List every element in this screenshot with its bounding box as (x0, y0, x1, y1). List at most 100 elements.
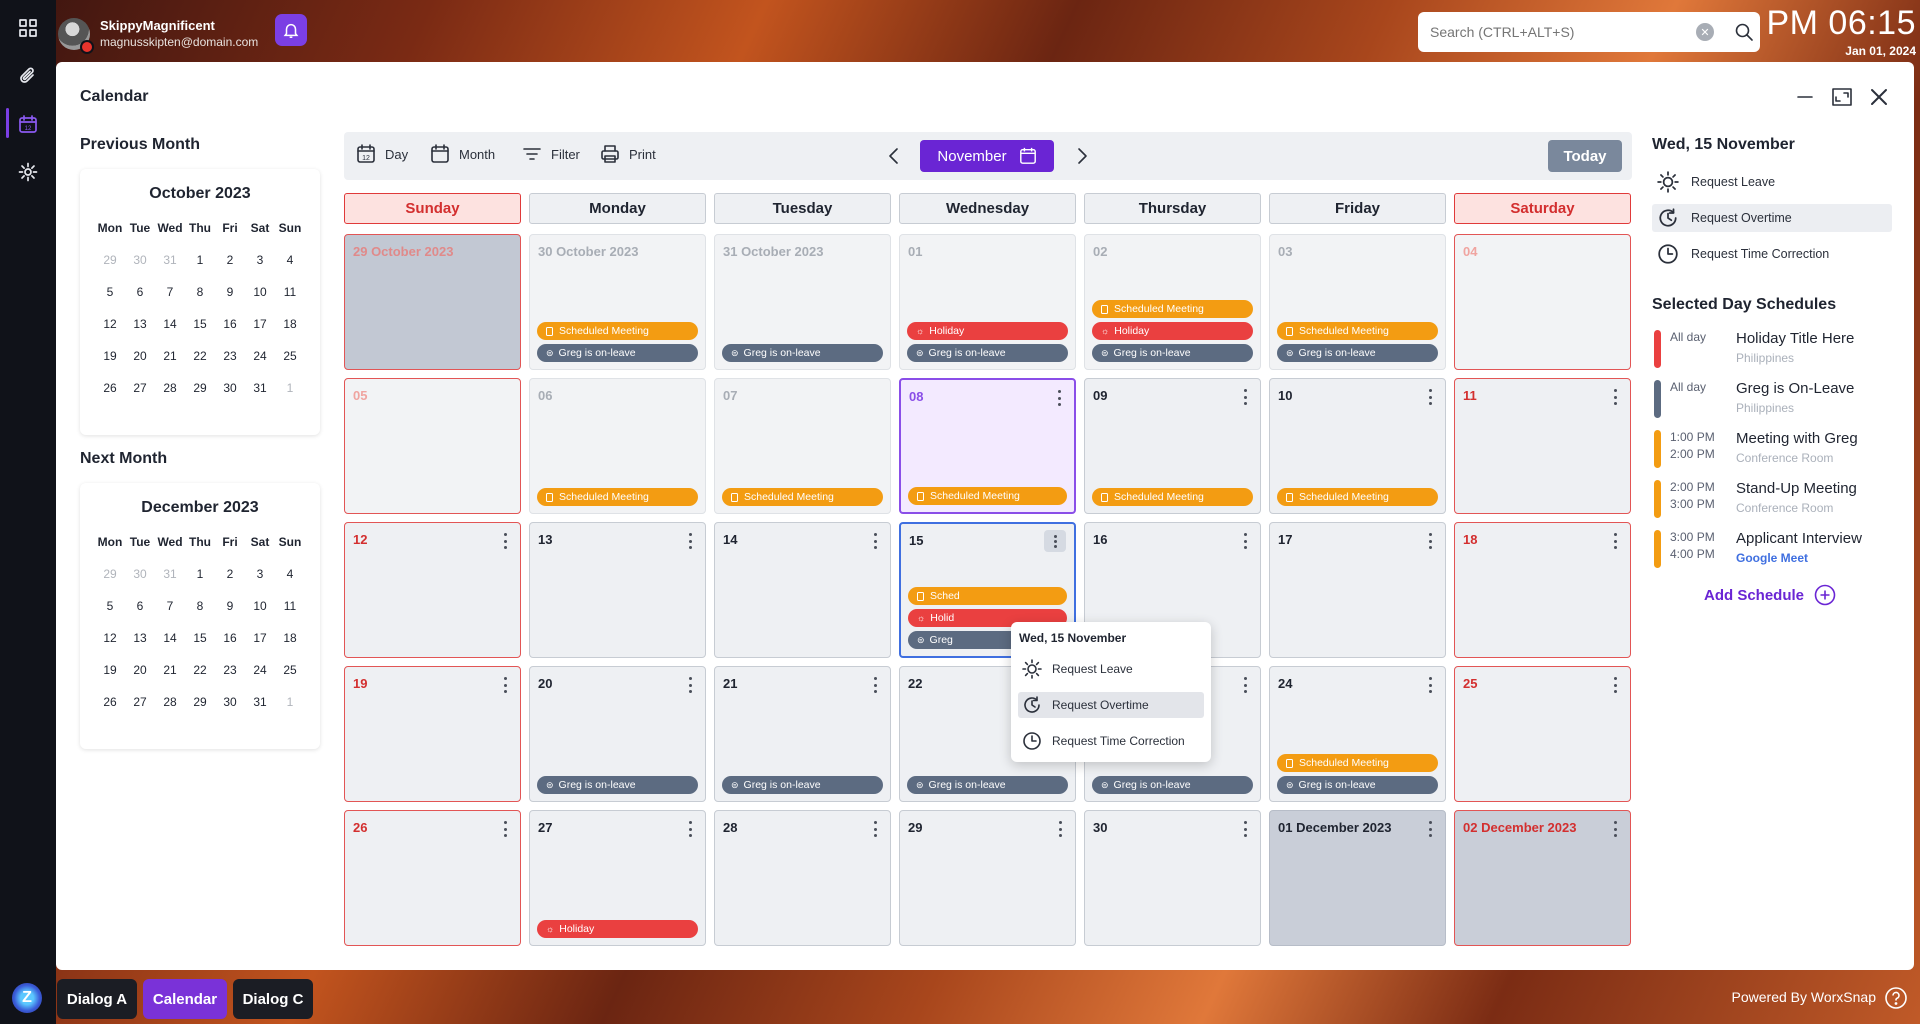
schedule-item[interactable]: 1:00 PM 2:00 PM Meeting with Greg Conferenc… (1652, 430, 1902, 470)
day-menu-kebab-icon[interactable] (1614, 389, 1618, 405)
next-month-chevron-icon[interactable] (1072, 146, 1092, 166)
mini-day[interactable]: 7 (155, 597, 185, 615)
notifications-bell-icon[interactable] (275, 14, 307, 46)
mini-day[interactable]: 15 (185, 629, 215, 647)
mini-day[interactable]: 12 (95, 315, 125, 333)
taskbar-tab-calendar[interactable]: Calendar (143, 979, 227, 1019)
event-chip[interactable]: ⊜ Greg is on-leave (907, 776, 1068, 794)
event-chip[interactable]: ⊜ Greg is on-leave (907, 344, 1068, 362)
mini-day[interactable]: 23 (215, 347, 245, 365)
mini-day[interactable]: 5 (95, 597, 125, 615)
mini-day[interactable]: 5 (95, 283, 125, 301)
day-cell[interactable]: 30 October 2023 Scheduled Meeting ⊜ Greg is… (529, 234, 706, 370)
event-chip[interactable]: Scheduled Meeting (1277, 322, 1438, 340)
day-menu-kebab-icon[interactable] (504, 821, 508, 837)
mini-day[interactable]: 2 (215, 251, 245, 269)
taskbar-tab-dialog-a[interactable]: Dialog A (57, 979, 137, 1019)
day-cell[interactable]: 29 October 2023 (344, 234, 521, 370)
event-chip[interactable]: ⊜ Greg is on-leave (537, 344, 698, 362)
day-cell[interactable]: 01 ☼ Holiday ⊜ Greg is on-leave (899, 234, 1076, 370)
mini-day[interactable]: 30 (125, 565, 155, 583)
mini-day[interactable]: 24 (245, 347, 275, 365)
apps-grid-icon[interactable] (14, 14, 42, 42)
popup-request-time-correction[interactable]: Request Time Correction (1018, 728, 1204, 754)
day-menu-kebab-icon[interactable] (1058, 390, 1062, 406)
day-cell[interactable]: 02 Scheduled Meeting ☼ Holiday ⊜ Greg is on-l… (1084, 234, 1261, 370)
day-menu-kebab-icon[interactable] (689, 533, 693, 549)
mini-day[interactable]: 14 (155, 315, 185, 333)
mini-day[interactable]: 31 (245, 379, 275, 397)
mini-day[interactable]: 29 (95, 251, 125, 269)
day-cell[interactable]: 10 Scheduled Meeting (1269, 378, 1446, 514)
day-menu-kebab-icon[interactable] (504, 677, 508, 693)
day-cell[interactable]: 14 (714, 522, 891, 658)
request-time-correction-action[interactable]: Request Time Correction (1652, 240, 1892, 268)
event-chip[interactable]: ⊜ Greg is on-leave (1277, 344, 1438, 362)
day-cell[interactable]: 31 October 2023 ⊜ Greg is on-leave (714, 234, 891, 370)
event-chip[interactable]: ⊜ Greg is on-leave (537, 776, 698, 794)
mini-day[interactable]: 22 (185, 347, 215, 365)
day-cell[interactable]: 25 (1454, 666, 1631, 802)
mini-day[interactable]: 22 (185, 661, 215, 679)
mini-day[interactable]: 6 (125, 283, 155, 301)
day-menu-kebab-icon[interactable] (1244, 533, 1248, 549)
day-cell[interactable]: 24 Scheduled Meeting ⊜ Greg is on-leave (1269, 666, 1446, 802)
month-view-button[interactable]: Month (430, 144, 495, 164)
event-chip[interactable]: Scheduled Meeting (1277, 754, 1438, 772)
mini-day[interactable]: 10 (245, 597, 275, 615)
day-menu-kebab-icon[interactable] (1044, 530, 1066, 552)
event-chip[interactable]: ⊜ Greg is on-leave (1092, 776, 1253, 794)
mini-day[interactable]: 18 (275, 629, 305, 647)
clear-search-icon[interactable]: ✕ (1696, 23, 1714, 41)
day-cell[interactable]: 19 (344, 666, 521, 802)
day-cell[interactable]: 21 ⊜ Greg is on-leave (714, 666, 891, 802)
mini-day[interactable]: 29 (185, 379, 215, 397)
mini-day[interactable]: 30 (215, 693, 245, 711)
schedule-item[interactable]: All day Holiday Title Here Philippines (1652, 330, 1902, 370)
mini-day[interactable]: 13 (125, 315, 155, 333)
day-menu-kebab-icon[interactable] (504, 533, 508, 549)
day-cell[interactable]: 26 (344, 810, 521, 946)
mini-day[interactable]: 30 (215, 379, 245, 397)
mini-day[interactable]: 10 (245, 283, 275, 301)
mini-day[interactable]: 18 (275, 315, 305, 333)
mini-day[interactable]: 8 (185, 597, 215, 615)
filter-button[interactable]: Filter (522, 144, 580, 164)
popup-request-leave[interactable]: Request Leave (1018, 656, 1204, 682)
day-menu-kebab-icon[interactable] (689, 677, 693, 693)
day-cell[interactable]: 03 Scheduled Meeting ⊜ Greg is on-leave (1269, 234, 1446, 370)
settings-gear-icon[interactable] (14, 158, 42, 186)
mini-day[interactable]: 1 (275, 379, 305, 397)
mini-day[interactable]: 12 (95, 629, 125, 647)
prev-month-chevron-icon[interactable] (884, 146, 904, 166)
event-chip[interactable]: Scheduled Meeting (1092, 488, 1253, 506)
day-cell[interactable]: 07 Scheduled Meeting (714, 378, 891, 514)
event-chip[interactable]: ☼ Holiday (907, 322, 1068, 340)
day-cell[interactable]: 18 (1454, 522, 1631, 658)
event-chip[interactable]: Scheduled Meeting (722, 488, 883, 506)
event-chip[interactable]: ⊜ Greg is on-leave (1092, 344, 1253, 362)
mini-day[interactable]: 2 (215, 565, 245, 583)
day-cell[interactable]: 08 Scheduled Meeting (899, 378, 1076, 514)
mini-day[interactable]: 25 (275, 661, 305, 679)
mini-day[interactable]: 31 (155, 251, 185, 269)
popup-request-overtime[interactable]: Request Overtime (1018, 692, 1204, 718)
day-cell[interactable]: 17 (1269, 522, 1446, 658)
day-cell[interactable]: 20 ⊜ Greg is on-leave (529, 666, 706, 802)
mini-day[interactable]: 16 (215, 629, 245, 647)
mini-day[interactable]: 29 (185, 693, 215, 711)
day-cell[interactable]: 05 (344, 378, 521, 514)
mini-day[interactable]: 9 (215, 283, 245, 301)
day-menu-kebab-icon[interactable] (1614, 821, 1618, 837)
worxsnap-logo[interactable]: Z (12, 983, 42, 1013)
mini-day[interactable]: 21 (155, 347, 185, 365)
day-menu-kebab-icon[interactable] (1244, 677, 1248, 693)
mini-day[interactable]: 24 (245, 661, 275, 679)
calendar-rail-icon[interactable]: 12 (14, 110, 42, 138)
day-menu-kebab-icon[interactable] (1429, 533, 1433, 549)
mini-day[interactable]: 28 (155, 693, 185, 711)
day-menu-kebab-icon[interactable] (874, 677, 878, 693)
month-picker-button[interactable]: November (920, 140, 1054, 172)
mini-day[interactable]: 19 (95, 347, 125, 365)
schedule-location[interactable]: Google Meet (1736, 551, 1808, 565)
